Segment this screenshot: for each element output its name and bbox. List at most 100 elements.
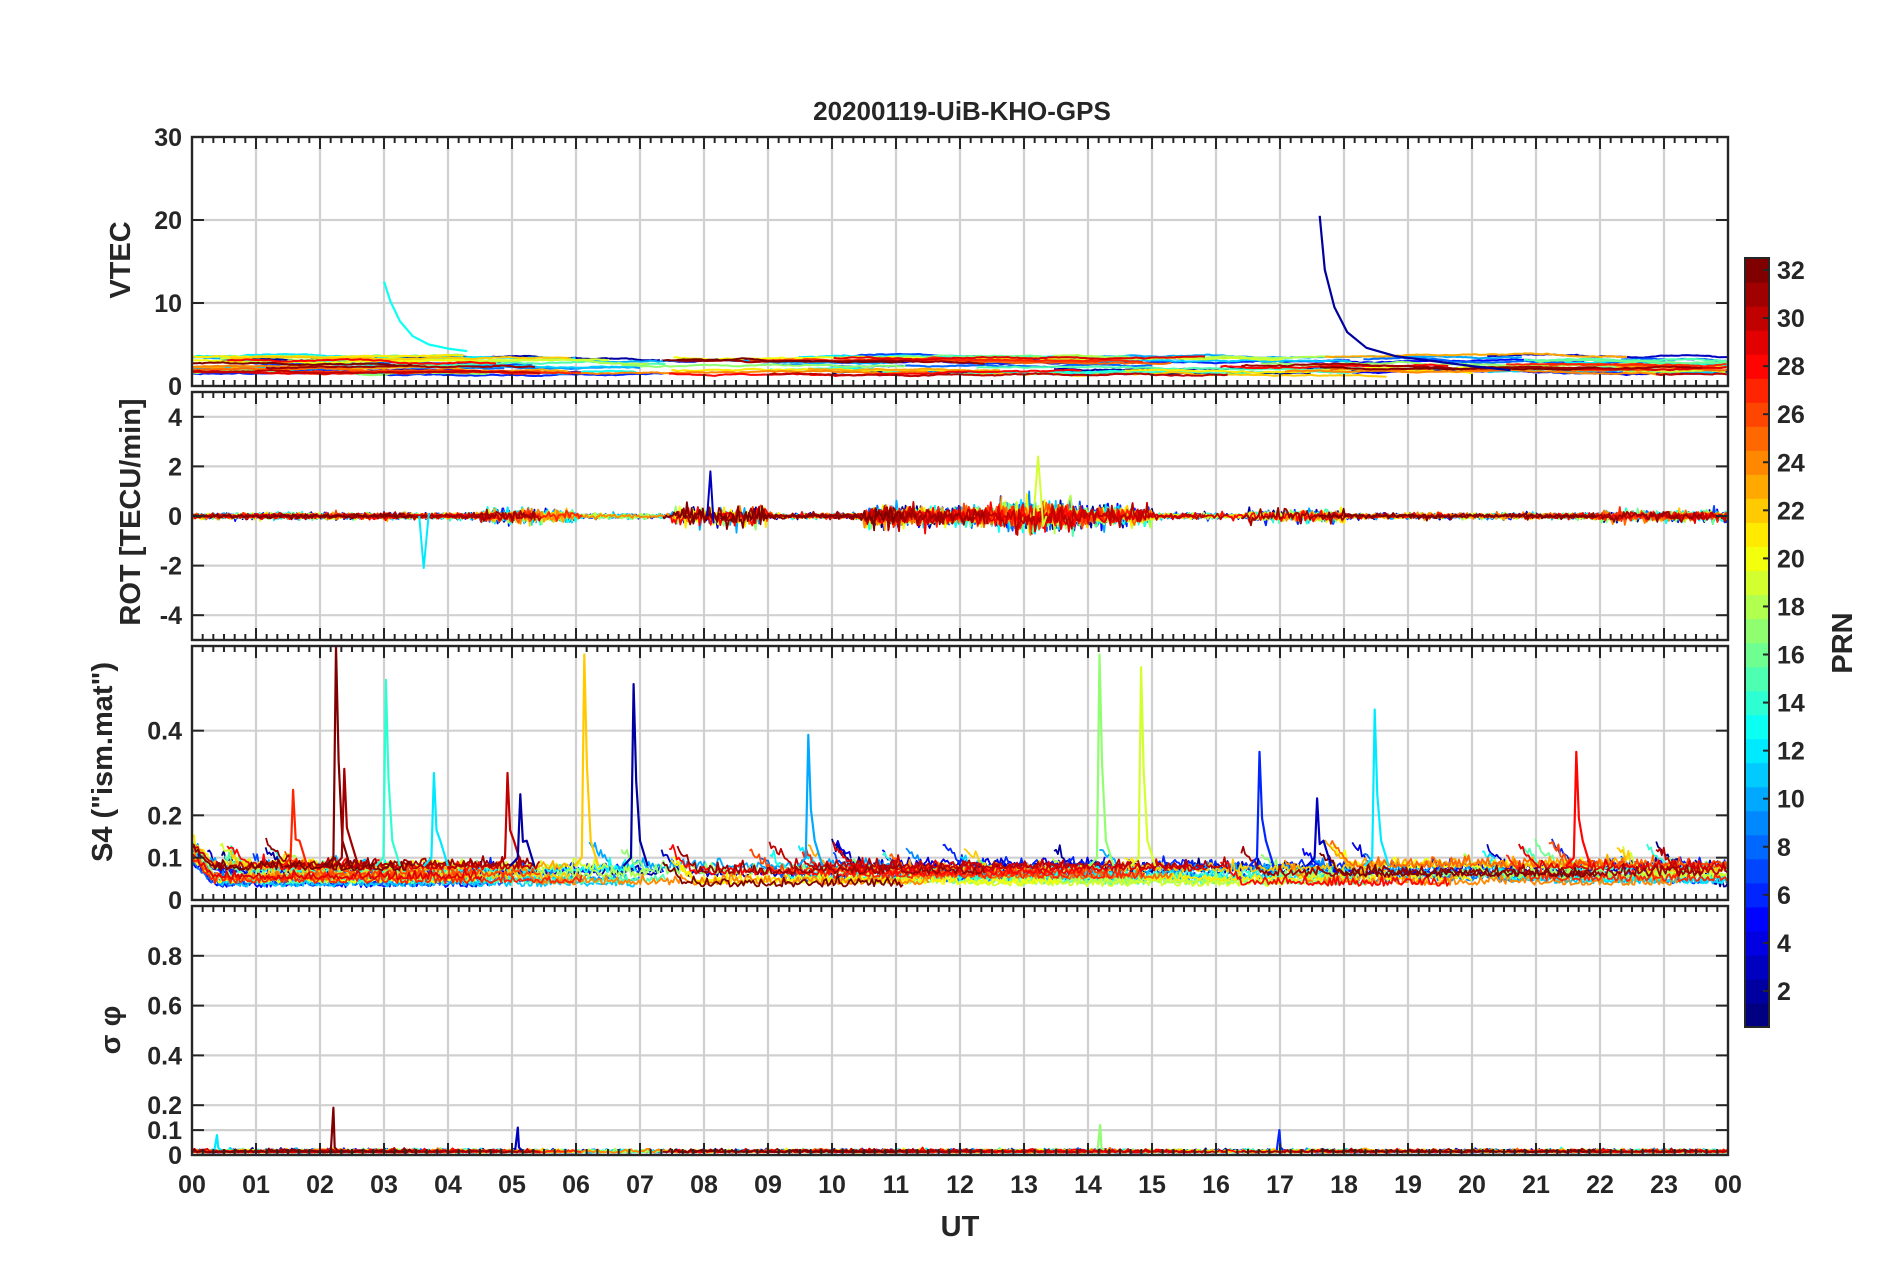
- x-tick-label: 02: [306, 1171, 334, 1199]
- x-axis-title: UT: [941, 1211, 980, 1243]
- x-tick-label: 00: [178, 1171, 206, 1199]
- series-prn-2: [1318, 215, 1511, 372]
- series-prn-12: [1363, 708, 1390, 867]
- x-tick-label: 09: [754, 1171, 782, 1199]
- y-axis-title-rot: ROT [TECU/min]: [115, 398, 147, 625]
- colorbar-segment: [1745, 522, 1769, 547]
- y-tick-label: 0.6: [147, 993, 182, 1021]
- colorbar-tick-label: 24: [1777, 449, 1805, 477]
- x-tick-label: 11: [883, 1171, 910, 1199]
- y-tick-label: 0.8: [147, 943, 182, 971]
- series-prn-2: [509, 793, 536, 867]
- colorbar-tick-label: 6: [1777, 882, 1791, 910]
- x-tick-label: 06: [562, 1171, 590, 1199]
- y-tick-label: 0.1: [147, 1117, 182, 1145]
- y-axis-title-vtec: VTEC: [105, 221, 137, 298]
- colorbar: 2468101214161820222426283032PRN: [1744, 257, 1859, 1028]
- colorbar-segment: [1745, 378, 1769, 403]
- y-tick-label: 0.1: [147, 845, 182, 873]
- y-tick-label: 0: [168, 503, 182, 531]
- colorbar-tick-label: 16: [1777, 642, 1805, 670]
- series-prn-28: [1565, 750, 1592, 867]
- colorbar-segment: [1745, 906, 1769, 932]
- colorbar-tick-label: 18: [1777, 593, 1805, 621]
- series-prn-13: [382, 281, 468, 353]
- x-tick-label: 14: [1074, 1171, 1102, 1199]
- y-tick-label: 0: [168, 887, 182, 915]
- colorbar-segment: [1745, 330, 1769, 355]
- x-tick-label: 03: [370, 1171, 398, 1199]
- y-tick-label: 2: [168, 453, 182, 481]
- series-prn-12: [418, 513, 430, 570]
- colorbar-segment: [1745, 618, 1769, 644]
- colorbar-segment: [1745, 954, 1769, 980]
- colorbar-segment: [1745, 858, 1769, 884]
- colorbar-tick-label: 12: [1777, 738, 1805, 766]
- x-tick-label: 18: [1330, 1171, 1358, 1199]
- colorbar-segment: [1745, 762, 1769, 788]
- y-tick-label: 0: [168, 1142, 182, 1170]
- x-tick-label: 20: [1458, 1171, 1486, 1199]
- x-tick-label: 16: [1202, 1171, 1230, 1199]
- chart-title: 20200119-UiB-KHO-GPS: [813, 96, 1111, 126]
- x-tick-label: 17: [1266, 1171, 1294, 1199]
- series-prn-17: [1088, 653, 1115, 867]
- x-tick-label: 07: [626, 1171, 654, 1199]
- colorbar-tick-label: 26: [1777, 401, 1805, 429]
- x-tick-label: 15: [1138, 1171, 1166, 1199]
- y-tick-label: 0.4: [147, 718, 182, 746]
- colorbar-segment: [1745, 810, 1769, 836]
- y-tick-label: 0.2: [147, 802, 182, 830]
- colorbar-tick-label: 10: [1777, 786, 1805, 814]
- series-prn-22: [573, 653, 600, 867]
- series-prn-32: [329, 1106, 339, 1151]
- colorbar-tick-label: 28: [1777, 353, 1805, 381]
- x-tick-label: 05: [498, 1171, 526, 1199]
- colorbar-tick-label: 14: [1777, 690, 1805, 718]
- colorbar-tick-label: 8: [1777, 834, 1791, 862]
- x-tick-label: 08: [690, 1171, 718, 1199]
- y-tick-label: -2: [160, 553, 182, 581]
- x-tick-label: 23: [1650, 1171, 1678, 1199]
- colorbar-segment: [1745, 426, 1769, 451]
- colorbar-tick-label: 22: [1777, 497, 1805, 525]
- x-tick-label: 01: [242, 1171, 270, 1199]
- colorbar-label: PRN: [1827, 612, 1859, 673]
- grid-sigma_phi: [192, 906, 1728, 1155]
- series-prn-2: [622, 683, 649, 867]
- x-tick-label: 00: [1714, 1171, 1742, 1199]
- series-prn-14: [374, 678, 402, 867]
- colorbar-segment: [1745, 570, 1769, 596]
- x-tick-label: 12: [946, 1171, 974, 1199]
- y-axis-title-s4: S4 ("ism.mat"): [87, 662, 119, 862]
- figure: 0102030-4-202400.10.20.400.10.20.40.60.8…: [87, 96, 1859, 1243]
- x-tick-label: 22: [1586, 1171, 1614, 1199]
- y-tick-label: 30: [154, 124, 182, 152]
- colorbar-tick-label: 4: [1777, 930, 1791, 958]
- y-tick-label: 20: [154, 207, 182, 235]
- series-prn-17: [1096, 1124, 1105, 1151]
- y-axis-title-sigma_phi: σ φ: [95, 1006, 127, 1055]
- colorbar-segment: [1745, 1002, 1769, 1028]
- colorbar-tick-label: 2: [1777, 978, 1791, 1006]
- series-prn-6: [1248, 750, 1275, 867]
- grid-vtec: [192, 137, 1728, 386]
- colorbar-segment: [1745, 282, 1769, 307]
- colorbar-segment: [1745, 474, 1769, 499]
- x-tick-label: 19: [1394, 1171, 1422, 1199]
- y-tick-label: 4: [168, 404, 182, 432]
- x-tick-label: 13: [1010, 1171, 1038, 1199]
- x-tick-label: 04: [434, 1171, 462, 1199]
- series-prn-12: [422, 771, 450, 867]
- colorbar-tick-label: 30: [1777, 305, 1805, 333]
- colorbar-tick-label: 32: [1777, 257, 1805, 285]
- colorbar-segment: [1745, 666, 1769, 692]
- x-tick-label: 10: [818, 1171, 846, 1199]
- colorbar-segment: [1745, 714, 1769, 740]
- y-tick-label: -4: [160, 602, 182, 630]
- y-tick-label: 10: [154, 290, 182, 318]
- series-prn-30: [1655, 372, 1728, 376]
- y-tick-label: 0: [168, 373, 182, 401]
- y-tick-label: 0.2: [147, 1092, 182, 1120]
- x-tick-label: 21: [1522, 1171, 1550, 1199]
